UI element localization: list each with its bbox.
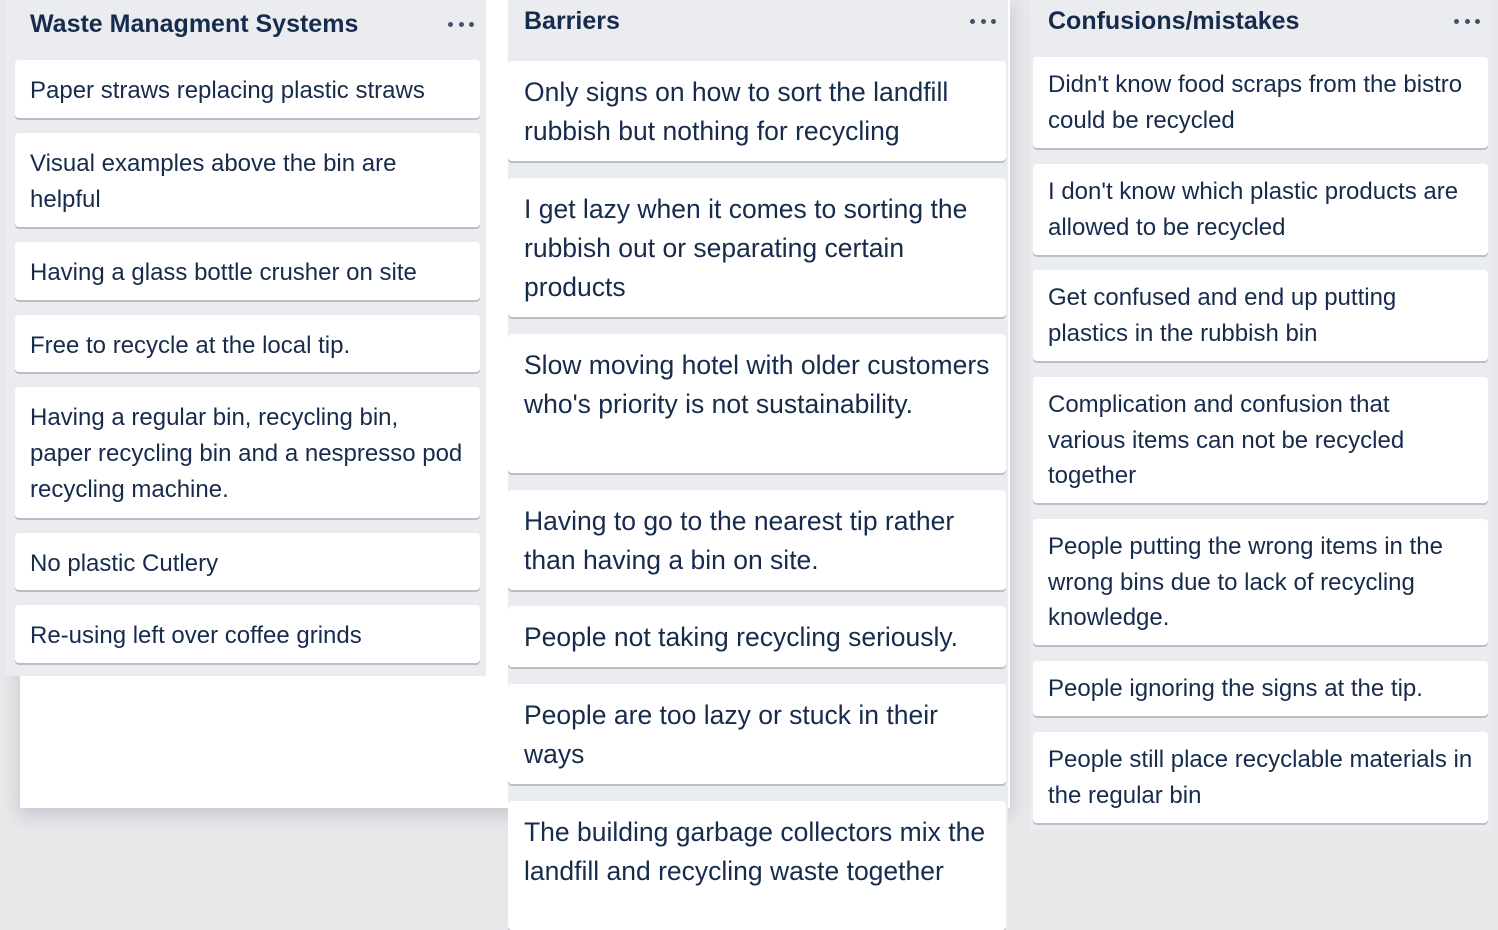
card-text: Only signs on how to sort the landfill r… (524, 77, 949, 146)
card-text: The building garbage collectors mix the … (524, 817, 986, 886)
card[interactable]: No plastic Cutlery (15, 533, 480, 590)
card[interactable]: Paper straws replacing plastic straws (15, 60, 480, 118)
card-text: People are too lazy or stuck in their wa… (524, 700, 938, 769)
card-text: Having a regular bin, recycling bin, pap… (30, 404, 463, 503)
card-text: Visual examples above the bin are helpfu… (30, 150, 397, 213)
card[interactable]: Complication and confusion that various … (1033, 377, 1488, 503)
card[interactable]: Only signs on how to sort the landfill r… (508, 61, 1006, 161)
card[interactable]: People still place recyclable materials … (1033, 732, 1488, 823)
card[interactable]: I don't know which plastic products are … (1033, 164, 1488, 255)
card-text: People still place recyclable materials … (1048, 746, 1473, 809)
card-text: I don't know which plastic products are … (1048, 178, 1459, 241)
card[interactable]: People are too lazy or stuck in their wa… (508, 684, 1006, 784)
card-text: No plastic Cutlery (30, 550, 219, 577)
card[interactable]: Free to recycle at the local tip. (15, 315, 480, 372)
card[interactable]: Visual examples above the bin are helpfu… (15, 133, 480, 227)
card-text: Free to recycle at the local tip. (30, 332, 351, 359)
list-title[interactable]: Waste Managment Systems (30, 9, 358, 39)
card-text: People putting the wrong items in the wr… (1048, 533, 1443, 631)
card[interactable]: People ignoring the signs at the tip. (1033, 661, 1488, 716)
card-text: Re-using left over coffee grinds (30, 622, 362, 649)
list-header: Barriers (508, 0, 1008, 50)
card-text: I get lazy when it comes to sorting the … (524, 194, 968, 302)
card-text: Paper straws replacing plastic straws (30, 77, 425, 104)
list-header: Confusions/mistakes (1030, 0, 1492, 50)
more-horizontal-icon[interactable] (1454, 13, 1480, 29)
card[interactable]: Slow moving hotel with older customers w… (508, 334, 1006, 473)
card-text: Slow moving hotel with older customers w… (524, 350, 990, 419)
more-horizontal-icon[interactable] (970, 13, 996, 29)
card-text: People ignoring the signs at the tip. (1048, 675, 1423, 702)
more-horizontal-icon[interactable] (448, 16, 474, 32)
card[interactable]: Re-using left over coffee grinds (15, 605, 480, 663)
list-confusions-mistakes: Confusions/mistakes Didn't know food scr… (1030, 0, 1492, 830)
card[interactable]: People not taking recycling seriously. (508, 606, 1006, 667)
list-title[interactable]: Confusions/mistakes (1048, 6, 1299, 36)
card-text: Having to go to the nearest tip rather t… (524, 506, 955, 575)
card[interactable]: Having a glass bottle crusher on site (15, 242, 480, 300)
list-barriers: Barriers Only signs on how to sort the l… (508, 0, 1008, 930)
list-title[interactable]: Barriers (524, 6, 620, 36)
card-text: Complication and confusion that various … (1048, 391, 1405, 489)
card[interactable]: Having to go to the nearest tip rather t… (508, 490, 1006, 590)
card[interactable]: People putting the wrong items in the wr… (1033, 519, 1488, 645)
card-text: Having a glass bottle crusher on site (30, 259, 417, 286)
card[interactable]: Having a regular bin, recycling bin, pap… (15, 387, 480, 518)
card[interactable]: I get lazy when it comes to sorting the … (508, 178, 1006, 317)
list-waste-management-systems: Waste Managment Systems Paper straws rep… (5, 0, 486, 676)
card[interactable]: The building garbage collectors mix the … (508, 801, 1006, 930)
card-text: Get confused and end up putting plastics… (1048, 284, 1397, 347)
card-text: People not taking recycling seriously. (524, 622, 959, 652)
list-header: Waste Managment Systems (5, 0, 486, 50)
card[interactable]: Didn't know food scraps from the bistro … (1033, 57, 1488, 148)
card[interactable]: Get confused and end up putting plastics… (1033, 270, 1488, 361)
card-text: Didn't know food scraps from the bistro … (1048, 71, 1463, 134)
